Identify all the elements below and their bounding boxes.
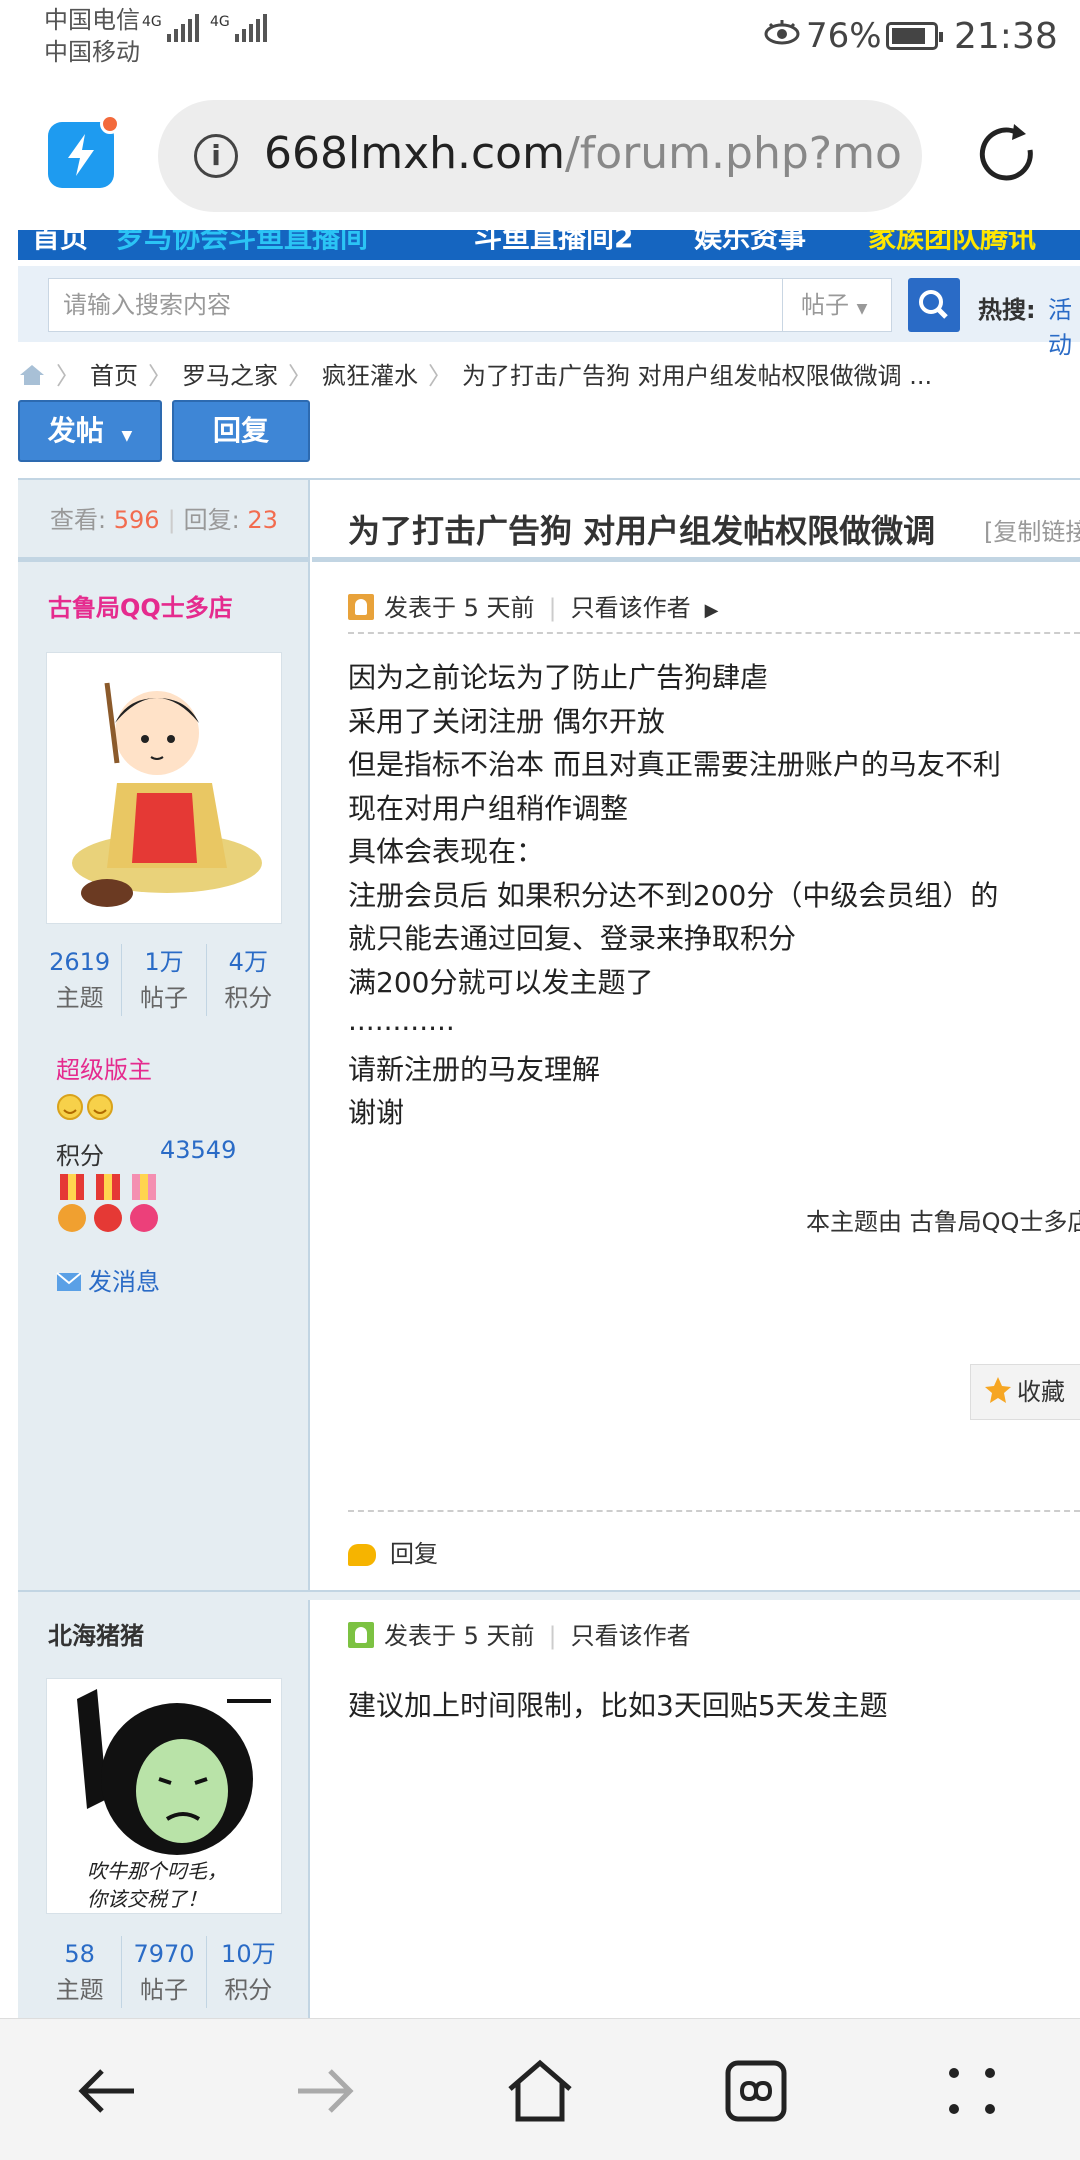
- post-meta: 发表于 5 天前 | 只看该作者: [348, 1616, 691, 1651]
- status-bar: 中国电信 中国移动 4G 4G 76% 21:38: [0, 0, 1080, 72]
- home-icon[interactable]: [18, 363, 46, 387]
- forward-icon[interactable]: [288, 2055, 360, 2127]
- carrier-1: 中国电信: [44, 6, 140, 34]
- medal-icons: [54, 1174, 164, 1242]
- clock: 21:38: [954, 16, 1058, 57]
- battery-percent: 76%: [806, 16, 882, 56]
- views-count: 596: [113, 506, 160, 534]
- post-body-line: 谢谢: [348, 1096, 405, 1129]
- divider: [348, 1510, 1080, 1512]
- divider: [348, 632, 1080, 634]
- search-bar: 请输入搜索内容 帖子 ▼ 热搜: 活动: [18, 266, 1080, 359]
- nav-item-1[interactable]: 罗马协会斗鱼直播间: [116, 230, 368, 256]
- thread-header: 为了打击广告狗 对用户组发帖权限做微调 [复制链接]: [312, 480, 1080, 562]
- post-body-line: 采用了关闭注册 偶尔开放: [348, 705, 665, 738]
- author-only-link[interactable]: 只看该作者: [571, 1622, 691, 1650]
- author-stats: 58 主题 7970 帖子 10万 积分: [38, 1936, 290, 2008]
- browser-toolbar: i 668lmxh.com/forum.php?mod: [0, 72, 1080, 230]
- thread-stats: 查看: 596 | 回复: 23: [18, 480, 310, 562]
- hot-search-item[interactable]: 活动: [1048, 290, 1080, 360]
- reload-icon[interactable]: [972, 120, 1042, 190]
- post-separator: [18, 1590, 1080, 1600]
- home-icon[interactable]: [504, 2055, 576, 2127]
- avatar-caption: 你该交税了！: [87, 1887, 207, 1911]
- user-group: 超级版主: [56, 1056, 152, 1084]
- menu-icon[interactable]: [936, 2055, 1008, 2127]
- avatar[interactable]: [46, 652, 282, 924]
- battery-icon: [886, 22, 943, 50]
- eye-comfort-icon: [764, 20, 800, 45]
- breadcrumb-board[interactable]: 疯狂灌水: [322, 362, 418, 390]
- search-input[interactable]: 请输入搜索内容: [48, 278, 800, 332]
- signal-icon-1: 4G: [142, 14, 199, 42]
- post-body-line: 因为之前论坛为了防止广告狗肆虐: [348, 661, 769, 694]
- reply-button[interactable]: 回复: [172, 400, 310, 462]
- back-icon[interactable]: [72, 2055, 144, 2127]
- forum-nav: 首页 罗马协会斗鱼直播间 斗鱼直播间2 娱乐资事 家族团队腾讯: [18, 230, 1080, 260]
- post-body-line: 具体会表现在：: [348, 835, 545, 868]
- nav-item-2[interactable]: 斗鱼直播间2: [474, 230, 633, 256]
- user-icon: [348, 1622, 374, 1648]
- reply-icon: [348, 1544, 376, 1566]
- author-stats: 2619 主题 1万 帖子 4万 积分: [38, 944, 290, 1016]
- search-type-select[interactable]: 帖子 ▼: [782, 278, 892, 332]
- breadcrumb-thread[interactable]: 为了打击广告狗 对用户组发帖权限做微调 ...: [462, 362, 932, 390]
- post-body-line: ............: [348, 1004, 455, 1037]
- send-message-link[interactable]: 发消息: [56, 1262, 160, 1297]
- post-body-line: 请新注册的马友理解: [348, 1053, 601, 1086]
- browser-logo-icon[interactable]: [48, 114, 120, 188]
- post-body-line: 满200分就可以发主题了: [348, 966, 654, 999]
- level-icons: [56, 1092, 116, 1126]
- collect-button[interactable]: 收藏: [970, 1364, 1080, 1420]
- post-body-line: 但是指标不治本 而且对真正需要注册账户的马友不利: [348, 748, 1001, 781]
- star-icon: [985, 1377, 1011, 1403]
- address-bar[interactable]: i 668lmxh.com/forum.php?mod: [158, 100, 922, 212]
- points-value: 43549: [160, 1136, 237, 1164]
- post-time: 发表于 5 天前: [384, 1622, 535, 1650]
- mail-icon: [56, 1272, 82, 1291]
- author-only-link[interactable]: 只看该作者: [571, 594, 691, 622]
- user-icon: [348, 594, 374, 620]
- post-list: 查看: 596 | 回复: 23 为了打击广告狗 对用户组发帖权限做微调 [复制链接…: [18, 478, 1080, 2020]
- post-meta: 发表于 5 天前 | 只看该作者 ▶: [348, 588, 718, 623]
- post-reply-link[interactable]: 回复: [348, 1534, 438, 1569]
- avatar[interactable]: 吹牛那个叼毛， 你该交税了！: [46, 1678, 282, 1914]
- carrier-2: 中国移动: [44, 38, 140, 66]
- moderation-note: 本主题由 古鲁局QQ士多店: [806, 1208, 1080, 1236]
- replies-count: 23: [247, 506, 278, 534]
- points-label: 积分: [56, 1142, 104, 1170]
- copy-link-button[interactable]: [复制链接]: [984, 512, 1080, 547]
- browser-bottom-nav: [0, 2018, 1080, 2160]
- nav-item-home[interactable]: 首页: [32, 230, 88, 256]
- post-body-line: 现在对用户组稍作调整: [348, 792, 629, 825]
- signal-icon-2: 4G: [210, 14, 267, 42]
- post-body-line: 就只能去通过回复、登录来挣取积分: [348, 922, 797, 955]
- search-button[interactable]: [908, 278, 960, 332]
- new-post-button[interactable]: 发帖 ▼: [18, 400, 162, 462]
- tabs-icon[interactable]: [720, 2055, 792, 2127]
- avatar-caption: 吹牛那个叼毛，: [87, 1859, 227, 1883]
- nav-item-3[interactable]: 娱乐资事: [694, 230, 806, 256]
- breadcrumb: 〉首页〉罗马之家〉疯狂灌水〉为了打击广告狗 对用户组发帖权限做微调 ...: [18, 356, 1080, 392]
- search-icon: [919, 290, 948, 319]
- info-icon[interactable]: i: [194, 134, 238, 178]
- play-icon[interactable]: ▶: [705, 600, 719, 621]
- breadcrumb-home[interactable]: 首页: [90, 362, 138, 390]
- author-name[interactable]: 北海猪猪: [48, 1616, 144, 1651]
- post-body-line: 注册会员后 如果积分达不到200分（中级会员组）的: [348, 879, 999, 912]
- post-time: 发表于 5 天前: [384, 594, 535, 622]
- url-text[interactable]: 668lmxh.com/forum.php?mod: [264, 128, 904, 179]
- thread-title: 为了打击广告狗 对用户组发帖权限做微调: [348, 512, 936, 550]
- nav-item-4[interactable]: 家族团队腾讯: [868, 230, 1036, 256]
- breadcrumb-roma[interactable]: 罗马之家: [182, 362, 278, 390]
- author-name[interactable]: 古鲁局QQ士多店: [48, 588, 233, 623]
- hot-search-label: 热搜:: [978, 296, 1036, 324]
- post-body-line: 建议加上时间限制，比如3天回贴5天发主题: [348, 1689, 888, 1722]
